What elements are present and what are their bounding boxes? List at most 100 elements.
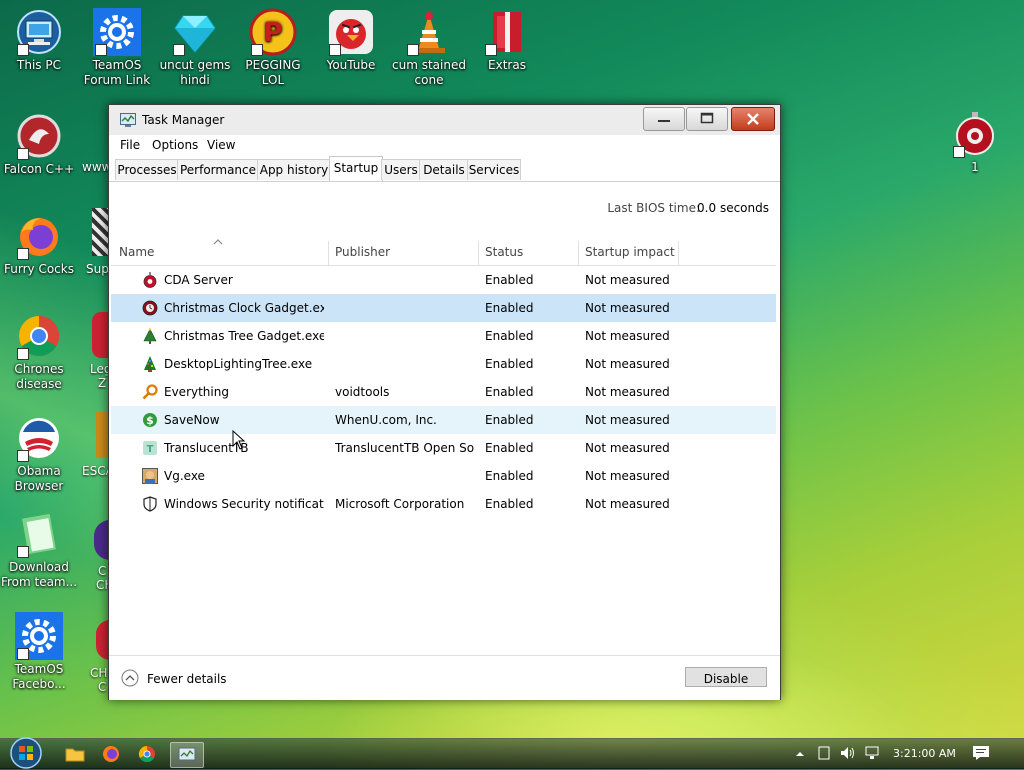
desktop-icon-teamos-forum-link[interactable]: TeamOS Forum Link <box>78 8 156 88</box>
row-name: DesktopLightingTree.exe <box>164 357 313 371</box>
window-title: Task Manager <box>142 113 225 127</box>
desktop-icon-falcon-cpp[interactable]: Falcon C++ <box>0 112 78 177</box>
table-row[interactable]: Christmas Clock Gadget.exe Enabled Not m… <box>111 294 776 322</box>
partial-label: Z <box>98 376 107 390</box>
menu-options[interactable]: Options <box>152 138 198 152</box>
desktop-icon-uncut-gems[interactable]: uncut gems hindi <box>156 8 234 88</box>
tab-users[interactable]: Users <box>381 159 421 180</box>
row-publisher: WhenU.com, Inc. <box>335 413 437 427</box>
task-manager-icon <box>120 113 136 127</box>
row-name: Christmas Clock Gadget.exe <box>164 301 324 315</box>
close-button[interactable] <box>731 107 775 131</box>
taskbar: 3:21:00 AM <box>0 735 1024 769</box>
minimize-icon <box>658 120 670 122</box>
column-divider[interactable] <box>678 241 679 265</box>
fewer-details-link[interactable]: Fewer details <box>147 672 227 686</box>
row-status: Enabled <box>485 329 534 343</box>
column-header-row: Name Publisher Status Startup impact <box>111 239 776 266</box>
tab-services[interactable]: Services <box>467 159 521 180</box>
desktop-icon-chrome[interactable]: Chrones disease <box>0 312 78 392</box>
row-publisher: voidtools <box>335 385 390 399</box>
row-impact: Not measured <box>585 441 670 455</box>
title-bar[interactable]: Task Manager <box>109 105 780 135</box>
minimize-button[interactable] <box>643 107 685 131</box>
bios-time-value: 0.0 seconds <box>697 201 769 215</box>
tray-overflow-icon[interactable] <box>795 749 805 759</box>
desktop-icon-extras[interactable]: Extras <box>468 8 546 73</box>
network-icon[interactable] <box>864 746 882 760</box>
maximize-button[interactable] <box>686 107 728 131</box>
column-startup-impact[interactable]: Startup impact <box>585 245 675 265</box>
desktop-icon-pegging-lol[interactable]: P PEGGING LOL <box>234 8 312 88</box>
column-divider[interactable] <box>328 241 329 265</box>
notification-icon[interactable] <box>972 745 990 761</box>
mouse-cursor-icon <box>232 430 246 450</box>
desktop-icon-firefox[interactable]: Furry Cocks <box>0 212 78 277</box>
desktop-icon-download[interactable]: Download From team... <box>0 510 78 590</box>
row-impact: Not measured <box>585 497 670 511</box>
row-impact: Not measured <box>585 413 670 427</box>
desktop-icon-this-pc[interactable]: This PC <box>0 8 78 73</box>
row-impact: Not measured <box>585 385 670 399</box>
desktop-icon-ornament[interactable]: 1 <box>936 110 1014 175</box>
tray-device-icon[interactable] <box>818 746 830 760</box>
tab-processes[interactable]: Processes <box>115 159 179 180</box>
table-row[interactable]: $ SaveNow WhenU.com, Inc. Enabled Not me… <box>111 406 776 434</box>
row-name: CDA Server <box>164 273 233 287</box>
menu-file[interactable]: File <box>120 138 140 152</box>
row-impact: Not measured <box>585 469 670 483</box>
row-name: Everything <box>164 385 229 399</box>
table-row[interactable]: T TranslucentTB TranslucentTB Open Sou..… <box>111 434 776 462</box>
row-impact: Not measured <box>585 329 670 343</box>
menu-view[interactable]: View <box>207 138 235 152</box>
desktop-icon-youtube[interactable]: YouTube <box>312 8 390 73</box>
column-divider[interactable] <box>478 241 479 265</box>
footer-bar: Fewer details Disable <box>109 655 780 700</box>
magnifier-icon <box>142 384 158 400</box>
volume-icon[interactable] <box>840 746 856 760</box>
taskbar-firefox[interactable] <box>98 742 124 766</box>
folder-icon <box>65 748 85 762</box>
row-status: Enabled <box>485 497 534 511</box>
desktop-icon-teamos-facebook[interactable]: TeamOS Facebo... <box>0 612 78 692</box>
row-impact: Not measured <box>585 273 670 287</box>
table-row[interactable]: Vg.exe Enabled Not measured <box>111 462 776 490</box>
chrome-icon <box>138 745 155 763</box>
column-divider[interactable] <box>578 241 579 265</box>
taskbar-clock[interactable]: 3:21:00 AM <box>893 747 956 760</box>
tab-startup[interactable]: Startup <box>329 156 383 181</box>
svg-text:T: T <box>147 444 154 455</box>
taskbar-chrome[interactable] <box>134 742 160 766</box>
desktop-icon-cone[interactable]: cum stained cone <box>390 8 468 88</box>
row-status: Enabled <box>485 301 534 315</box>
maximize-icon <box>700 112 714 124</box>
tab-performance[interactable]: Performance <box>177 159 259 180</box>
table-row[interactable]: Windows Security notificati... Microsoft… <box>111 490 776 518</box>
tree-icon <box>143 328 157 344</box>
column-name[interactable]: Name <box>119 245 329 265</box>
start-button[interactable] <box>4 735 44 769</box>
taskbar-task-manager[interactable] <box>170 742 204 768</box>
close-icon <box>747 113 759 125</box>
column-publisher[interactable]: Publisher <box>335 245 475 265</box>
table-row[interactable]: Christmas Tree Gadget.exe Enabled Not me… <box>111 322 776 350</box>
tab-app-history[interactable]: App history <box>257 159 331 180</box>
chevron-up-icon[interactable] <box>121 669 139 687</box>
desktop-icon-obama-browser[interactable]: Obama Browser <box>0 414 78 494</box>
row-publisher: TranslucentTB Open Sou... <box>335 441 475 455</box>
row-impact: Not measured <box>585 357 670 371</box>
column-status[interactable]: Status <box>485 245 575 265</box>
table-row[interactable]: CDA Server Enabled Not measured <box>111 266 776 294</box>
row-status: Enabled <box>485 469 534 483</box>
taskbar-file-explorer[interactable] <box>62 742 88 766</box>
row-impact: Not measured <box>585 301 670 315</box>
table-row[interactable]: DesktopLightingTree.exe Enabled Not meas… <box>111 350 776 378</box>
partial-label: CH <box>90 666 108 680</box>
menu-bar: File Options View <box>109 135 780 155</box>
svg-text:$: $ <box>146 414 154 427</box>
disable-button[interactable]: Disable <box>685 667 767 687</box>
row-status: Enabled <box>485 413 534 427</box>
table-row[interactable]: Everything voidtools Enabled Not measure… <box>111 378 776 406</box>
svg-text:P: P <box>263 18 282 48</box>
tab-details[interactable]: Details <box>419 159 469 180</box>
